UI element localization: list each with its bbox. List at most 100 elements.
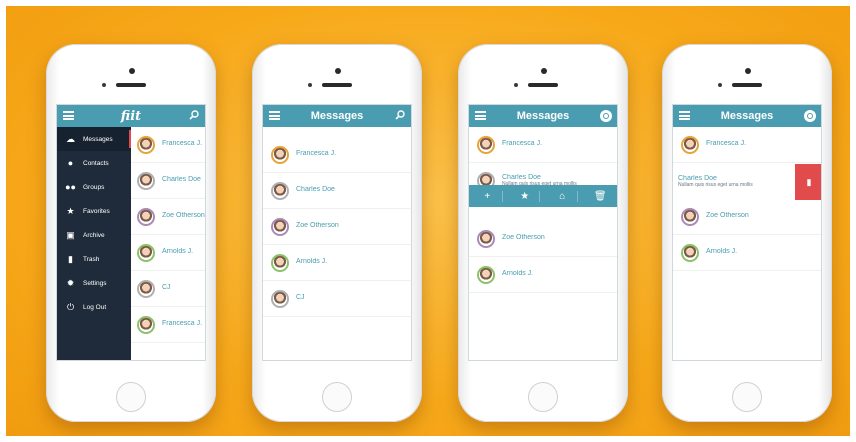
archive-icon[interactable]: ⌂ <box>548 190 578 202</box>
list-item[interactable]: Zoe Otherson <box>131 199 205 235</box>
person-icon: ● <box>67 158 74 168</box>
star-icon[interactable]: ★ <box>510 190 541 202</box>
avatar <box>681 207 699 226</box>
gear-icon: ✹ <box>66 277 75 288</box>
speaker <box>116 83 146 87</box>
home-button[interactable] <box>322 382 352 412</box>
list-item[interactable]: Francesca J. <box>131 307 205 343</box>
home-button[interactable] <box>528 382 558 412</box>
menu-icon[interactable] <box>63 111 74 120</box>
list-item[interactable]: Zoe Otherson <box>263 209 411 245</box>
avatar <box>477 229 495 248</box>
avatar <box>477 265 495 284</box>
list-item[interactable]: CJ <box>131 271 205 307</box>
trash-icon: ▮ <box>806 176 812 187</box>
trash-icon[interactable]: 🗑 <box>585 191 615 202</box>
swiped-row[interactable]: Charles Doe Nullam quis risus eget urna m… <box>673 164 821 200</box>
list-item[interactable]: Zoe Otherson <box>469 221 617 257</box>
speaker <box>322 83 352 87</box>
add-icon[interactable]: + <box>473 190 503 202</box>
top-bar: fiit <box>57 105 205 127</box>
avatar <box>271 217 289 236</box>
avatar <box>681 243 699 262</box>
list-item[interactable]: Zoe Otherson <box>673 199 821 235</box>
app-logo: fiit <box>120 108 142 124</box>
top-bar: Messages <box>673 105 821 127</box>
list-item[interactable]: CJ <box>263 281 411 317</box>
screen: Messages Francesca J. Charles Doe Nullam … <box>468 104 618 361</box>
home-button[interactable] <box>116 382 146 412</box>
list-item[interactable]: Francesca J. <box>263 137 411 173</box>
compose-icon[interactable] <box>600 110 612 122</box>
sensor-dot <box>718 83 722 87</box>
sensor-dot <box>514 83 518 87</box>
speaker <box>528 83 558 87</box>
list-item[interactable]: Charles Doe <box>263 173 411 209</box>
camera <box>541 68 547 74</box>
phone-action-bar: Messages Francesca J. Charles Doe Nullam … <box>458 44 628 422</box>
list-item[interactable]: Arnolds J. <box>131 235 205 271</box>
archive-icon: ▣ <box>66 229 75 240</box>
avatar <box>137 279 155 298</box>
page-title: Messages <box>720 110 774 122</box>
trash-icon: ▮ <box>68 253 73 264</box>
star-icon: ★ <box>66 205 75 216</box>
camera <box>745 68 751 74</box>
sidebar-item-trash[interactable]: ▮ Trash <box>57 247 131 271</box>
screen: Messages Francesca J. Charles Doe Zoe Ot… <box>262 104 412 361</box>
camera <box>335 68 341 74</box>
avatar <box>137 171 155 190</box>
screen: fiit ☁ Messages ● Contacts ●● Groups ★ Favor… <box>56 104 206 361</box>
sidebar-item-favorites[interactable]: ★ Favorites <box>57 199 131 223</box>
phone-message-list: Messages Francesca J. Charles Doe Zoe Ot… <box>252 44 422 422</box>
search-icon[interactable] <box>395 110 405 120</box>
sidebar-item-contacts[interactable]: ● Contacts <box>57 151 131 175</box>
avatar <box>137 315 155 334</box>
speaker <box>732 83 762 87</box>
group-icon: ●● <box>65 182 76 192</box>
avatar <box>137 243 155 262</box>
avatar <box>271 253 289 272</box>
power-icon: ⏻ <box>66 301 75 312</box>
sensor-dot <box>308 83 312 87</box>
list-item[interactable]: Francesca J. <box>469 127 617 163</box>
avatar <box>271 181 289 200</box>
menu-icon[interactable] <box>269 111 280 120</box>
list-item[interactable]: Charles Doe <box>131 163 205 199</box>
home-button[interactable] <box>732 382 762 412</box>
avatar <box>271 289 289 308</box>
sidebar-item-logout[interactable]: ⏻ Log Out <box>57 295 131 319</box>
delete-button[interactable]: ▮ <box>795 164 821 200</box>
sidebar-item-messages[interactable]: ☁ Messages <box>57 127 131 151</box>
sensor-dot <box>102 83 106 87</box>
chat-icon: ☁ <box>66 133 75 144</box>
list-item[interactable]: Arnolds J. <box>673 235 821 271</box>
avatar <box>271 145 289 164</box>
avatar <box>137 135 155 154</box>
screen: Messages Francesca J. Charles Doe Nullam … <box>672 104 822 361</box>
sidebar-item-settings[interactable]: ✹ Settings <box>57 271 131 295</box>
phone-swipe-delete: Messages Francesca J. Charles Doe Nullam … <box>662 44 832 422</box>
message-list-peek: Francesca J. Charles Doe Zoe Otherson Ar… <box>131 127 205 360</box>
avatar <box>137 207 155 226</box>
compose-icon[interactable] <box>804 110 816 122</box>
sidebar-item-groups[interactable]: ●● Groups <box>57 175 131 199</box>
menu-icon[interactable] <box>679 111 690 120</box>
list-item[interactable]: Arnolds J. <box>469 257 617 293</box>
avatar <box>477 135 495 154</box>
list-item[interactable]: Charles Doe Nullam quis risus eget urna m… <box>673 164 795 200</box>
page-title: Messages <box>310 110 364 122</box>
orange-backdrop: fiit ☁ Messages ● Contacts ●● Groups ★ Favor… <box>6 6 850 436</box>
sidebar-item-archive[interactable]: ▣ Archive <box>57 223 131 247</box>
page-title: Messages <box>516 110 570 122</box>
list-item[interactable]: Arnolds J. <box>263 245 411 281</box>
menu-icon[interactable] <box>475 111 486 120</box>
list-item[interactable]: Francesca J. <box>673 127 821 163</box>
top-bar: Messages <box>469 105 617 127</box>
top-bar: Messages <box>263 105 411 127</box>
row-action-bar: + ★ ⌂ 🗑 <box>469 185 617 207</box>
sidebar: ☁ Messages ● Contacts ●● Groups ★ Favorites … <box>57 127 131 360</box>
list-item[interactable]: Francesca J. <box>131 127 205 163</box>
search-icon[interactable] <box>189 110 199 120</box>
camera <box>129 68 135 74</box>
